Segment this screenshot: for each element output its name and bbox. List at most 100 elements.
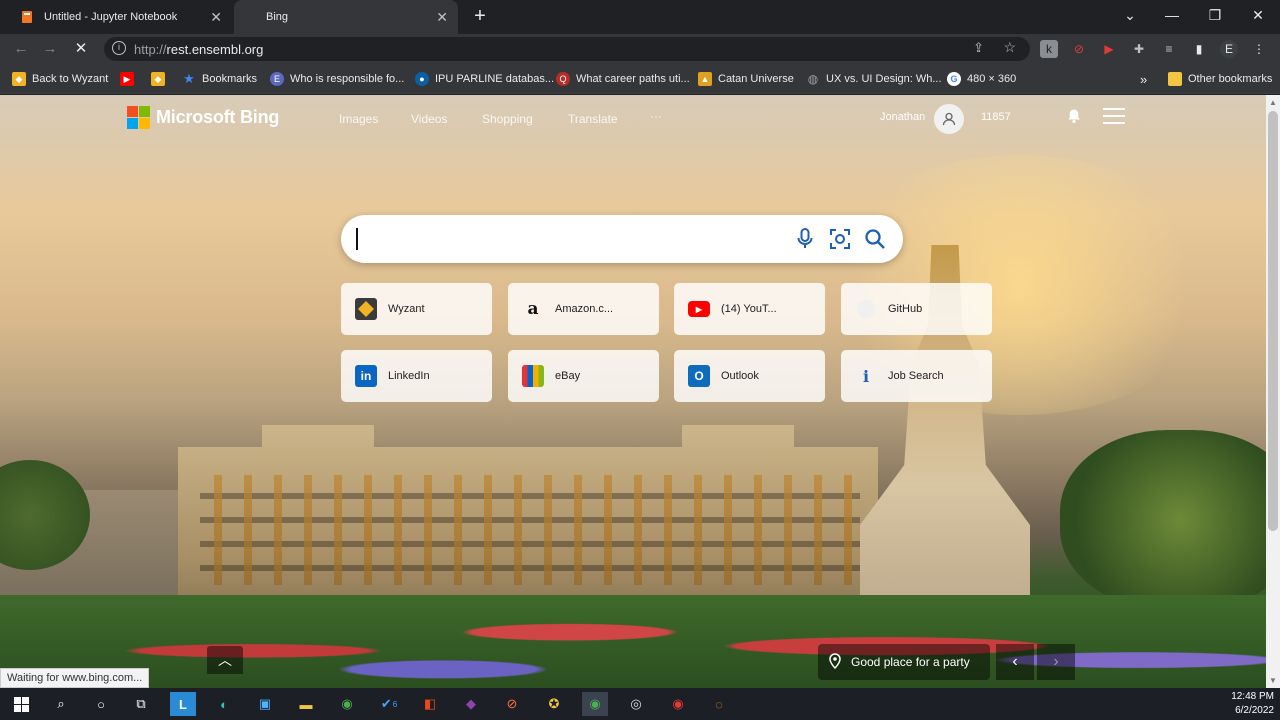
media-control-icon[interactable]: ≡ — [1160, 40, 1178, 58]
medal-icon[interactable]: ✪ — [541, 692, 567, 716]
tab-jupyter[interactable]: Untitled - Jupyter Notebook ✕ — [8, 0, 232, 34]
quick-link-ebay[interactable]: eBay — [508, 350, 659, 402]
search-box[interactable] — [341, 215, 903, 263]
quick-link-linkedin[interactable]: in LinkedIn — [341, 350, 492, 402]
back-button[interactable]: ← — [12, 41, 30, 57]
page-scrollbar[interactable]: ▲ ▼ — [1266, 95, 1280, 688]
windows-start-icon[interactable] — [8, 692, 34, 716]
bing-header: Microsoft Bing Images Videos Shopping Tr… — [0, 95, 1266, 141]
user-avatar-icon[interactable] — [934, 104, 964, 134]
bookmark-item[interactable]: Q What career paths uti... — [556, 71, 690, 87]
quick-link-outlook[interactable]: O Outlook — [674, 350, 825, 402]
quick-link-github[interactable]: GitHub — [841, 283, 992, 335]
visual-search-icon[interactable] — [828, 227, 852, 251]
bookmark-item[interactable]: ◍ UX vs. UI Design: Wh... — [806, 71, 942, 87]
bookmark-folder[interactable]: ★ Bookmarks — [182, 71, 257, 87]
bing-logo[interactable]: Microsoft Bing — [127, 106, 279, 129]
close-window-button[interactable]: ✕ — [1246, 6, 1270, 26]
new-tab-button[interactable]: + — [470, 6, 490, 26]
microsoft-logo-icon — [127, 106, 150, 129]
obs-icon[interactable]: ◎ — [623, 692, 649, 716]
file-explorer-icon[interactable]: ▬ — [293, 692, 319, 716]
chrome-active-icon[interactable]: ◉ — [582, 692, 608, 716]
side-panel-icon[interactable]: ▮ — [1190, 40, 1208, 58]
chrome-profile-icon[interactable]: ◉ — [665, 692, 691, 716]
bookmark-item[interactable]: ◆ — [151, 71, 171, 87]
previous-image-button[interactable]: ‹ — [996, 644, 1034, 680]
catan-icon: ▲ — [698, 72, 712, 86]
microphone-icon[interactable] — [793, 227, 817, 251]
video-extension-icon[interactable]: ▶ — [1100, 40, 1118, 58]
cortana-icon[interactable]: ○ — [88, 692, 114, 716]
rewards-points[interactable]: 11857 — [981, 111, 1011, 123]
ebay-icon — [522, 365, 544, 387]
quick-link-job-search[interactable]: i Job Search — [841, 350, 992, 402]
task-view-icon[interactable]: ⧉ — [128, 692, 154, 716]
bookmark-star-icon[interactable]: ☆ — [1003, 39, 1016, 56]
chrome-icon[interactable]: ◉ — [334, 692, 360, 716]
more-bookmarks-chevron-icon[interactable]: » — [1140, 71, 1147, 87]
profile-avatar-icon[interactable]: E — [1220, 40, 1238, 58]
tab-search-icon[interactable]: ⌄ — [1118, 6, 1142, 26]
quick-link-youtube[interactable]: ▶ (14) YouT... — [674, 283, 825, 335]
close-tab-icon[interactable]: ✕ — [210, 9, 222, 26]
restore-button[interactable]: ❐ — [1203, 6, 1227, 26]
background-flowerbeds — [0, 595, 1266, 688]
status-bubble: Waiting for www.bing.com... — [0, 668, 150, 688]
stop-loading-button[interactable]: ✕ — [72, 41, 90, 57]
wyzant-icon: ◆ — [12, 72, 26, 86]
app-l-icon[interactable]: L — [170, 692, 196, 716]
bookmark-item[interactable]: ▲ Catan Universe — [698, 71, 794, 87]
nav-videos[interactable]: Videos — [411, 112, 447, 126]
menu-kebab-icon[interactable]: ⋮ — [1250, 40, 1268, 58]
office-icon[interactable]: ◧ — [417, 692, 443, 716]
windows-taskbar: ⌕ ○ ⧉ L ◐ ▣ ▬ ◉ ✔ 6 ◧ ◆ ⊘ ✪ ◉ ◎ ◉ ◌ 12:48… — [0, 688, 1280, 720]
tab-bing[interactable]: Bing ✕ — [234, 0, 458, 34]
bookmark-item[interactable]: E Who is responsible fo... — [270, 71, 404, 87]
jupyter-icon[interactable]: ◌ — [706, 692, 732, 716]
app-orange-icon[interactable]: ⊘ — [499, 692, 525, 716]
search-input[interactable] — [361, 227, 781, 251]
tab-title: Untitled - Jupyter Notebook — [44, 11, 178, 23]
bookmark-item[interactable]: ● IPU PARLINE databas... — [415, 71, 554, 87]
forward-button[interactable]: → — [41, 41, 59, 57]
nav-shopping[interactable]: Shopping — [482, 112, 533, 126]
extensions-icon[interactable]: ✚ — [1130, 40, 1148, 58]
other-bookmarks-folder[interactable]: Other bookmarks — [1168, 71, 1272, 87]
quick-link-wyzant[interactable]: Wyzant — [341, 283, 492, 335]
next-image-button[interactable]: › — [1037, 644, 1075, 680]
bookmark-item[interactable]: ▶ — [120, 71, 140, 87]
bookmark-item[interactable]: G 480 × 360 — [947, 71, 1016, 87]
scroll-up-chevron-icon[interactable]: ︿ — [207, 646, 243, 674]
edge-icon[interactable]: ◐ — [211, 692, 237, 716]
minimize-button[interactable]: — — [1160, 6, 1184, 26]
hamburger-menu-icon[interactable] — [1103, 108, 1125, 124]
nav-translate[interactable]: Translate — [568, 112, 618, 126]
bookmark-item[interactable]: ◆ Back to Wyzant — [12, 71, 108, 87]
address-bar[interactable]: i http://rest.ensembl.org ⇪ ☆ — [104, 37, 1030, 61]
scrollbar-thumb[interactable] — [1268, 111, 1278, 531]
store-icon[interactable]: ▣ — [252, 692, 278, 716]
search-icon[interactable]: ⌕ — [48, 692, 74, 716]
nav-images[interactable]: Images — [339, 112, 378, 126]
wyzant-icon: ◆ — [151, 72, 165, 86]
share-icon[interactable]: ⇪ — [973, 40, 984, 56]
background-trees — [1060, 430, 1266, 610]
info-icon[interactable]: i — [112, 41, 126, 55]
youtube-icon: ▶ — [120, 72, 134, 86]
close-tab-icon[interactable]: ✕ — [436, 9, 448, 26]
quick-link-amazon[interactable]: a Amazon.c... — [508, 283, 659, 335]
search-icon[interactable] — [863, 227, 887, 251]
visual-studio-icon[interactable]: ◆ — [458, 692, 484, 716]
extension-k-icon[interactable]: k — [1040, 40, 1058, 58]
vscode-icon[interactable]: ✔ 6 — [376, 692, 402, 716]
image-location-button[interactable]: Good place for a party — [818, 644, 990, 680]
adblock-icon[interactable]: ⊘ — [1070, 40, 1088, 58]
scroll-up-arrow-icon[interactable]: ▲ — [1269, 98, 1277, 107]
user-name[interactable]: Jonathan — [880, 111, 925, 123]
scroll-down-arrow-icon[interactable]: ▼ — [1269, 676, 1277, 685]
tab-title: Bing — [266, 11, 289, 23]
system-clock[interactable]: 12:48 PM 6/2/2022 — [1222, 690, 1274, 718]
notification-bell-icon[interactable] — [1066, 108, 1082, 128]
nav-more[interactable]: ··· — [650, 109, 662, 123]
